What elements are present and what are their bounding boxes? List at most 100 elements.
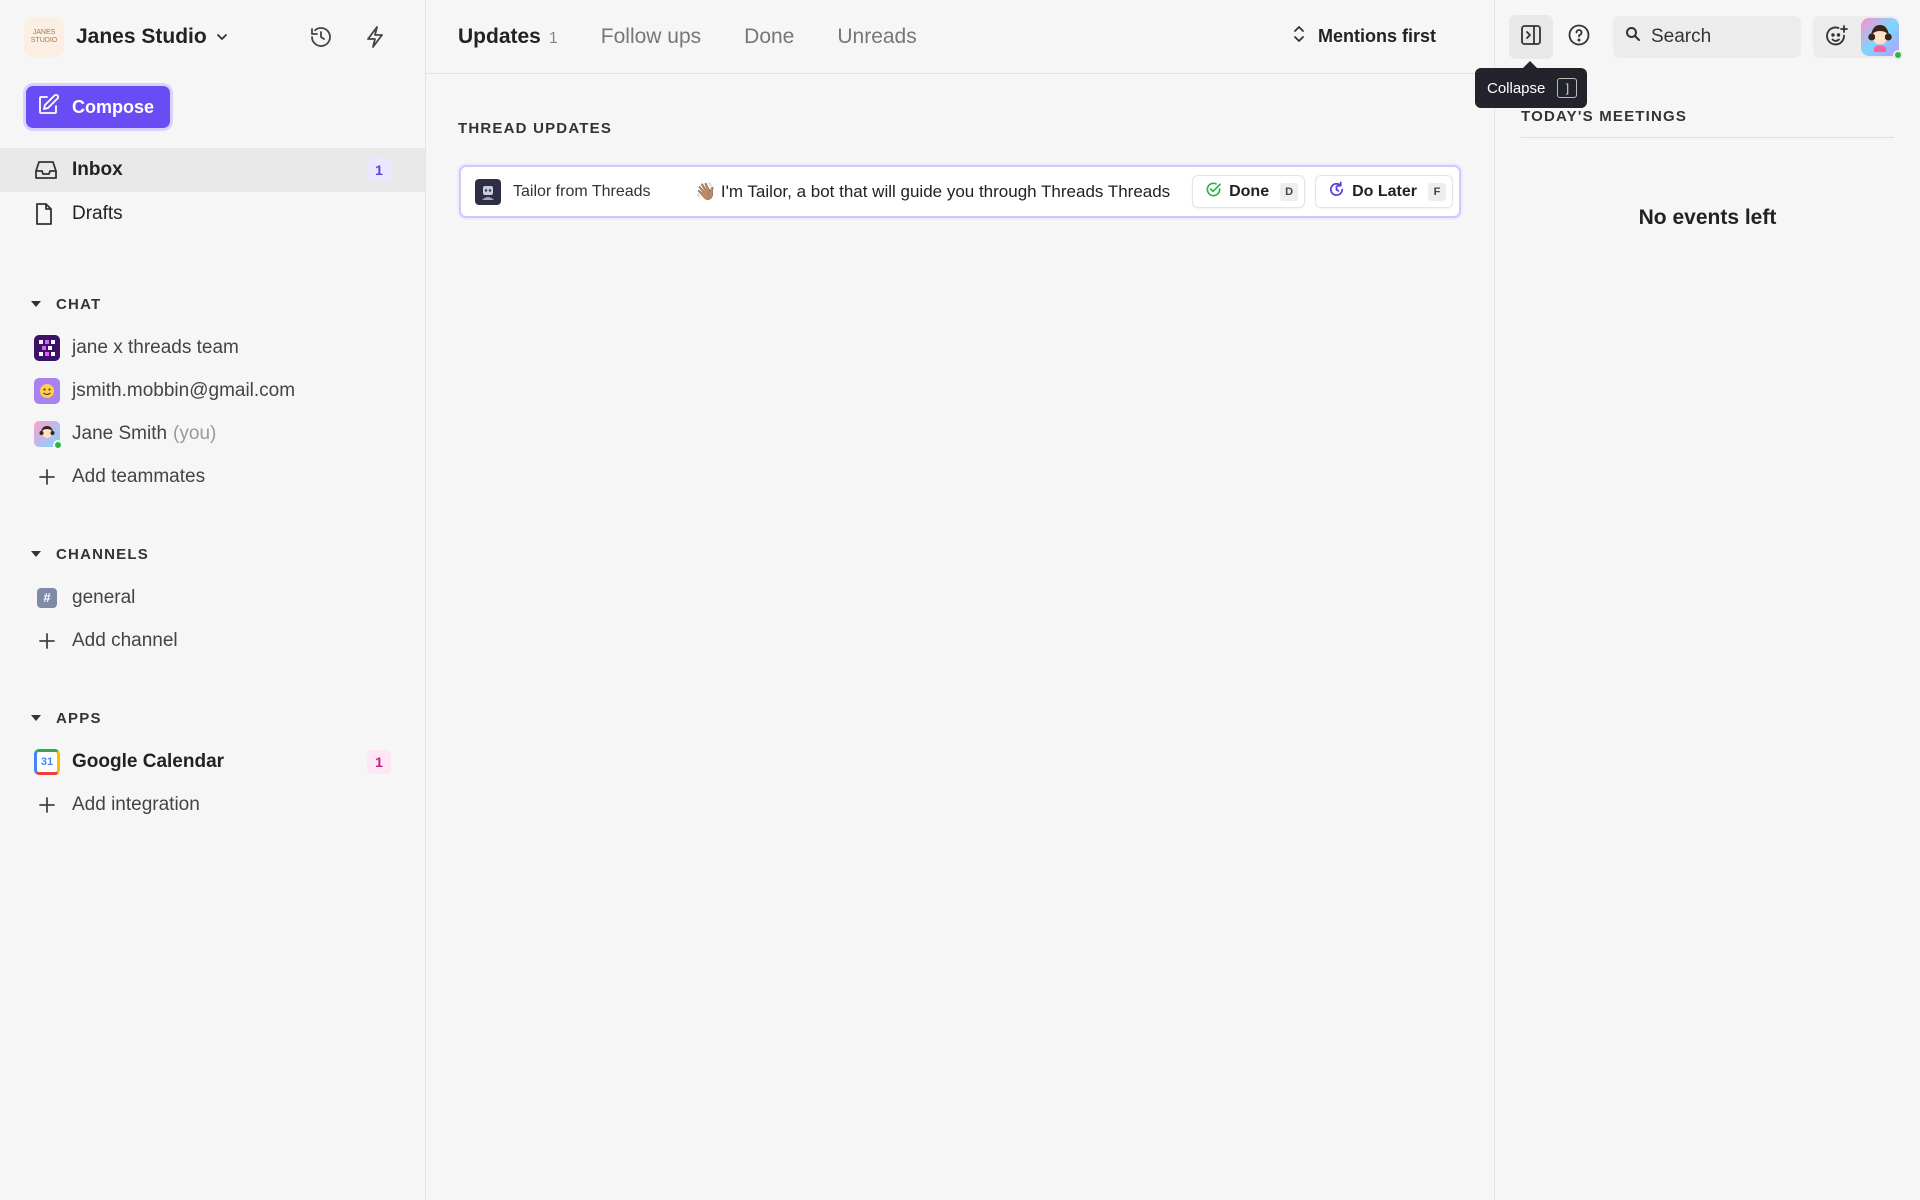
document-icon (34, 202, 60, 226)
tabs-bar: Updates 1 Follow ups Done Unreads Mentio… (426, 0, 1494, 74)
workspace-name[interactable]: Janes Studio (76, 25, 207, 49)
section-channels-header[interactable]: CHANNELS (0, 540, 425, 568)
done-label: Done (1229, 182, 1270, 200)
section-apps-header[interactable]: APPS (0, 704, 425, 732)
right-panel: Search TODAY'S MEETINGS No events left (1494, 0, 1920, 1200)
history-icon[interactable] (307, 23, 335, 51)
thread-updates-title: THREAD UPDATES (458, 120, 613, 137)
workspace-logo[interactable]: JANES STUDIO (24, 17, 64, 57)
app-item-label: Google Calendar (72, 750, 225, 772)
tab-done[interactable]: Done (744, 25, 794, 49)
calendar-icon-text: 31 (40, 755, 54, 768)
sidebar-item-label: Inbox (72, 159, 123, 180)
chat-item-label: Jane Smith (72, 422, 168, 444)
caret-down-icon (30, 299, 42, 309)
search-placeholder: Search (1651, 26, 1712, 47)
tooltip-shortcut-key: ] (1557, 78, 1578, 98)
sort-label: Mentions first (1317, 26, 1436, 46)
sidebar: JANES STUDIO Janes Studio Compose Inbox … (0, 0, 426, 1200)
collapse-panel-button[interactable] (1509, 15, 1553, 59)
bot-avatar-icon (475, 178, 501, 205)
tab-unreads[interactable]: Unreads (837, 25, 916, 49)
chat-item-you-suffix: (you) (173, 422, 217, 444)
workspace-header: JANES STUDIO Janes Studio (0, 0, 425, 74)
plus-icon (34, 628, 60, 654)
do-later-label: Do Later (1352, 182, 1417, 200)
chat-item-jsmith[interactable]: jsmith.mobbin@gmail.com (0, 369, 425, 412)
sort-button[interactable]: Mentions first (1292, 24, 1436, 49)
collapse-tooltip: Collapse ] (1475, 61, 1588, 108)
lightning-icon[interactable] (361, 23, 389, 51)
help-button[interactable] (1557, 15, 1601, 59)
sidebar-item-label: Drafts (72, 203, 123, 224)
plus-icon (34, 792, 60, 818)
sort-updown-icon (1292, 24, 1306, 49)
tab-label: Done (744, 24, 795, 48)
plus-icon (34, 464, 60, 490)
mark-done-button[interactable]: Done D (1192, 175, 1306, 208)
chevron-down-icon[interactable] (215, 30, 229, 44)
user-avatar-icon (34, 420, 63, 450)
thread-sender: Tailor from Threads (513, 182, 651, 200)
search-input[interactable]: Search (1613, 16, 1801, 58)
thread-row-actions: Done D Do Later F (1192, 175, 1453, 208)
tab-label: Unreads (837, 24, 917, 48)
tooltip-label: Collapse (1487, 79, 1546, 97)
compose-icon (36, 93, 60, 122)
chat-item-label: jane x threads team (72, 336, 239, 358)
online-status-dot (1893, 50, 1903, 60)
do-later-button[interactable]: Do Later F (1315, 175, 1453, 208)
add-status-emoji-icon[interactable] (1823, 23, 1851, 51)
snooze-icon (1328, 181, 1345, 203)
caret-down-icon (30, 713, 42, 723)
user-avatar[interactable] (1861, 18, 1903, 60)
tab-count: 1 (548, 29, 558, 47)
app-item-google-calendar[interactable]: 31 Google Calendar 1 (0, 740, 425, 783)
section-title: APPS (56, 709, 102, 727)
hash-icon-text: # (43, 590, 51, 605)
add-teammates-label: Add teammates (72, 465, 206, 487)
tab-follow-ups[interactable]: Follow ups (601, 25, 701, 49)
tab-updates[interactable]: Updates 1 (458, 25, 558, 49)
google-calendar-icon: 31 (34, 748, 60, 775)
do-later-shortcut-key: F (1428, 182, 1446, 201)
tab-label: Updates (458, 24, 541, 48)
workspace-logo-text: JANES STUDIO (30, 29, 58, 44)
chat-item-label: jsmith.mobbin@gmail.com (72, 379, 296, 401)
sidebar-item-inbox[interactable]: Inbox 1 (0, 148, 425, 192)
chat-item-jane-smith[interactable]: Jane Smith (you) (0, 412, 425, 455)
app-badge: 1 (367, 749, 391, 774)
tab-label: Follow ups (600, 24, 702, 48)
caret-down-icon (30, 549, 42, 559)
hash-icon: # (37, 587, 57, 608)
team-avatar-icon (34, 334, 60, 361)
section-chat-header[interactable]: CHAT (0, 290, 425, 318)
compose-button[interactable]: Compose (26, 86, 171, 128)
sidebar-item-drafts[interactable]: Drafts (0, 192, 425, 236)
no-events-message: No events left (1638, 206, 1777, 229)
channel-item-general[interactable]: # general (0, 576, 425, 619)
search-icon (1625, 26, 1641, 48)
online-status-dot (53, 439, 63, 450)
status-and-profile (1813, 16, 1903, 60)
panel-collapse-icon (1520, 24, 1542, 51)
thread-update-row[interactable]: Tailor from Threads 👋🏽 I'm Tailor, a bot… (459, 165, 1461, 218)
add-teammates-button[interactable]: Add teammates (0, 455, 425, 498)
todays-meetings-title: TODAY'S MEETINGS (1521, 108, 1894, 138)
done-shortcut-key: D (1280, 182, 1299, 201)
add-integration-label: Add integration (72, 793, 200, 815)
chat-item-team[interactable]: jane x threads team (0, 326, 425, 369)
inbox-badge: 1 (367, 158, 391, 182)
channel-item-label: general (72, 586, 136, 608)
add-channel-label: Add channel (72, 629, 178, 651)
check-circle-icon (1205, 181, 1222, 203)
compose-label: Compose (72, 96, 155, 117)
add-integration-button[interactable]: Add integration (0, 783, 425, 826)
section-title: CHAT (56, 295, 102, 313)
inbox-icon (34, 159, 60, 181)
section-title: CHANNELS (56, 545, 149, 563)
emoji-avatar-icon (34, 377, 60, 404)
help-icon (1567, 23, 1591, 52)
right-panel-toolbar: Search (1495, 0, 1920, 74)
add-channel-button[interactable]: Add channel (0, 619, 425, 662)
